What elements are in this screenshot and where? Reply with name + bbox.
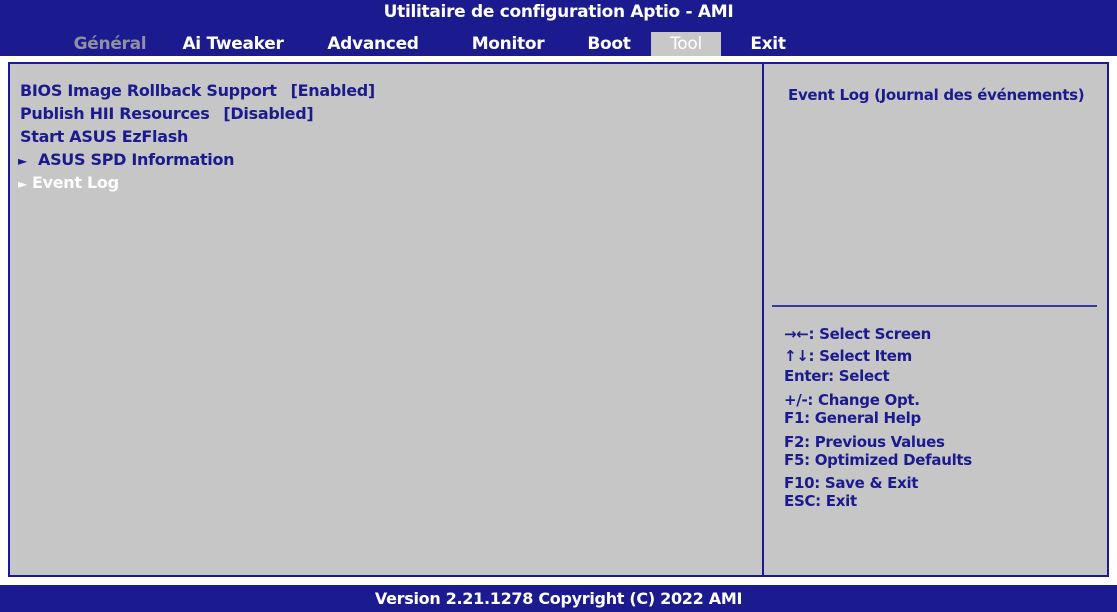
key-hint-esc-exit: ESC: Exit: [784, 492, 857, 510]
key-hint-select-screen: →←: Select Screen: [784, 325, 931, 343]
tab-exit[interactable]: Exit: [745, 32, 791, 56]
key-hint-previous-values: F2: Previous Values: [784, 433, 945, 451]
menu-item-value[interactable]: [Enabled]: [291, 81, 376, 100]
tab-monitor[interactable]: Monitor: [462, 32, 554, 56]
header-bar: Utilitaire de configuration Aptio - AMI …: [0, 0, 1117, 56]
settings-panel: BIOS Image Rollback Support [Enabled] Pub…: [10, 64, 764, 575]
menu-item-label: Start ASUS EzFlash: [20, 127, 189, 146]
menu-item-event-log[interactable]: ► Event Log: [18, 171, 119, 194]
menu-item-label: BIOS Image Rollback Support: [20, 81, 277, 100]
tab-tool[interactable]: Tool: [651, 32, 721, 56]
item-help-text: Event Log (Journal des événements): [788, 86, 1085, 104]
menu-item-label: Publish HII Resources: [20, 104, 210, 123]
tab-bar: Général Ai Tweaker Advanced Monitor Boot…: [0, 32, 1117, 56]
menu-item-asus-spd-info[interactable]: ► ASUS SPD Information: [18, 148, 235, 171]
key-hint-select-item: ↑↓: Select Item: [784, 347, 912, 365]
tab-ai-tweaker[interactable]: Ai Tweaker: [181, 32, 285, 56]
menu-item-bios-rollback[interactable]: BIOS Image Rollback Support [Enabled]: [20, 79, 375, 102]
key-hint-optimized-defaults: F5: Optimized Defaults: [784, 451, 972, 469]
menu-item-value[interactable]: [Disabled]: [223, 104, 313, 123]
main-frame: BIOS Image Rollback Support [Enabled] Pub…: [8, 62, 1109, 577]
help-divider: [772, 305, 1097, 307]
submenu-arrow-icon: ►: [18, 154, 27, 168]
key-hint-enter: Enter: Select: [784, 367, 890, 385]
tab-boot[interactable]: Boot: [579, 32, 639, 56]
help-panel: Event Log (Journal des événements) →←: S…: [766, 64, 1107, 575]
tab-advanced[interactable]: Advanced: [322, 32, 424, 56]
menu-item-label: ASUS SPD Information: [38, 150, 235, 169]
key-hint-save-exit: F10: Save & Exit: [784, 474, 919, 492]
key-hint-general-help: F1: General Help: [784, 409, 921, 427]
submenu-arrow-icon: ►: [18, 177, 27, 191]
menu-item-label: Event Log: [32, 173, 119, 192]
menu-item-start-ezflash[interactable]: Start ASUS EzFlash: [20, 125, 188, 148]
menu-item-publish-hii[interactable]: Publish HII Resources [Disabled]: [20, 102, 314, 125]
key-hint-change-opt: +/-: Change Opt.: [784, 391, 920, 409]
tab-general[interactable]: Général: [62, 32, 158, 56]
version-footer: Version 2.21.1278 Copyright (C) 2022 AMI: [0, 585, 1117, 612]
app-title: Utilitaire de configuration Aptio - AMI: [383, 2, 734, 22]
